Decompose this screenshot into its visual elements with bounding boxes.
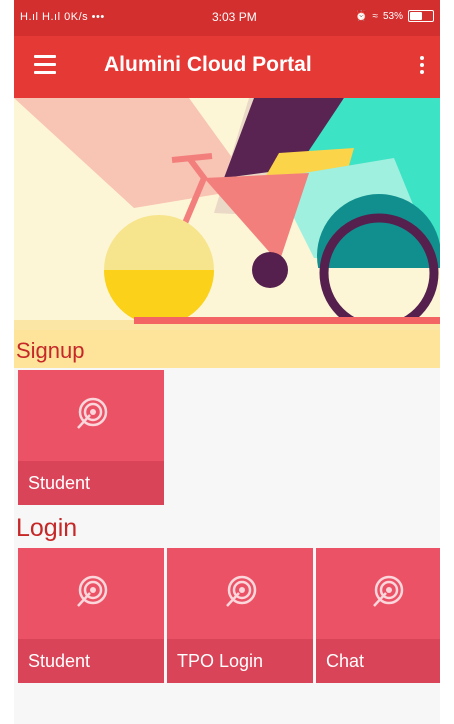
alarm-icon: ⏰ [355,10,368,22]
signup-heading-bar: Signup [14,330,440,368]
signup-student-label: Student [18,461,164,505]
app-bar: Alumini Cloud Portal [14,36,440,98]
more-vertical-icon[interactable] [418,56,426,78]
signup-student-tile[interactable]: Student [18,370,164,505]
hamburger-menu-icon[interactable] [34,55,56,77]
app-title: Alumini Cloud Portal [104,53,312,76]
battery-fill [410,12,422,20]
login-chat-label: Chat [316,639,440,683]
login-tpo-label: TPO Login [167,639,313,683]
bicycle-illustration [14,98,440,330]
status-bar: H.ıl H.ıl 0K/s ••• 3:03 PM ⏰ ≈ 53% [14,0,440,36]
target-icon [77,397,108,429]
login-student-tile[interactable]: Student [18,548,164,683]
signal-status: H.ıl H.ıl 0K/s ••• [20,11,105,23]
signup-heading: Signup [16,338,85,363]
battery-icon [408,10,434,22]
status-right: ⏰ ≈ 53% [355,10,434,22]
target-icon [373,575,404,607]
login-tpo-tile[interactable]: TPO Login [167,548,313,683]
login-chat-tile[interactable]: Chat [316,548,440,683]
wifi-icon: ≈ [372,10,378,22]
phone-screen: H.ıl H.ıl 0K/s ••• 3:03 PM ⏰ ≈ 53% Alumi… [14,0,440,724]
login-heading: Login [16,514,78,542]
target-icon [77,575,108,607]
login-student-label: Student [18,639,164,683]
battery-percent: 53% [382,10,403,22]
status-time: 3:03 PM [212,10,257,24]
target-icon [226,575,257,607]
